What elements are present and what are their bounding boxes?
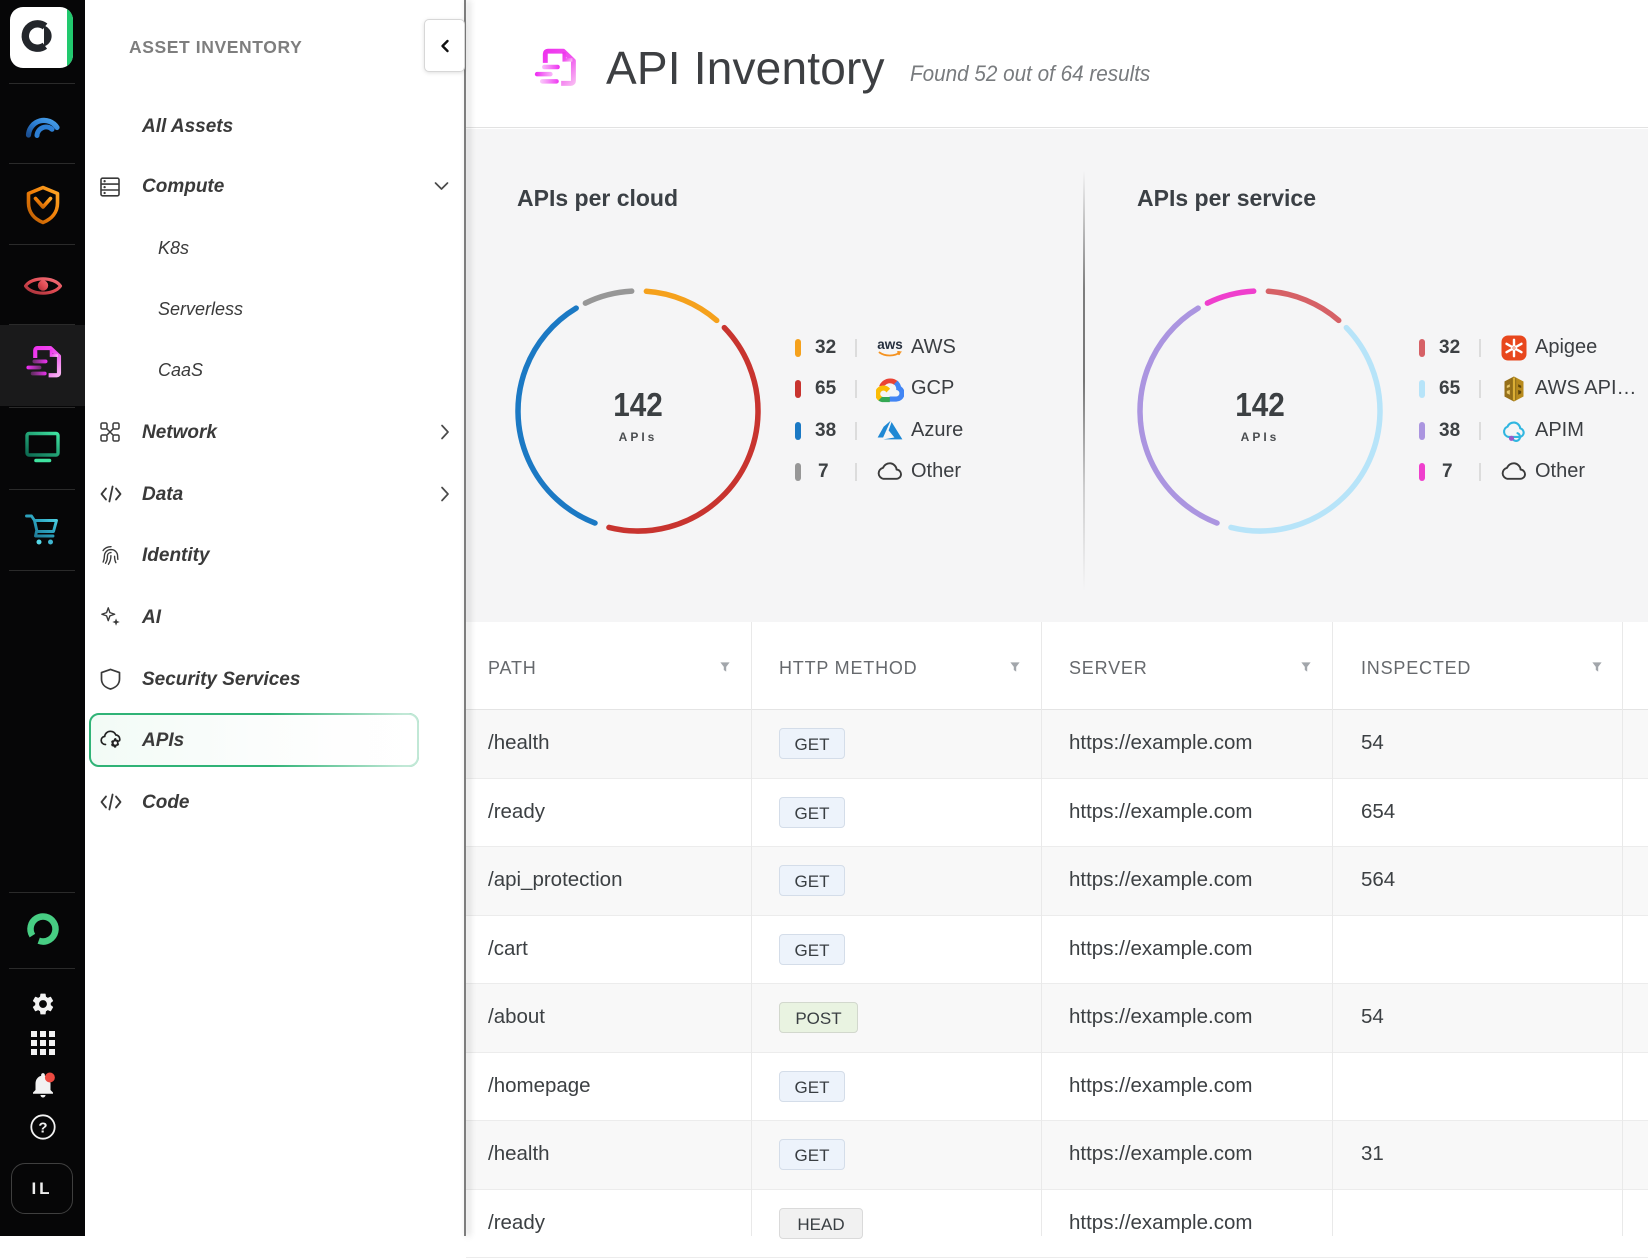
svg-text:?: ?	[38, 1120, 47, 1137]
svg-text:aws: aws	[877, 337, 903, 352]
